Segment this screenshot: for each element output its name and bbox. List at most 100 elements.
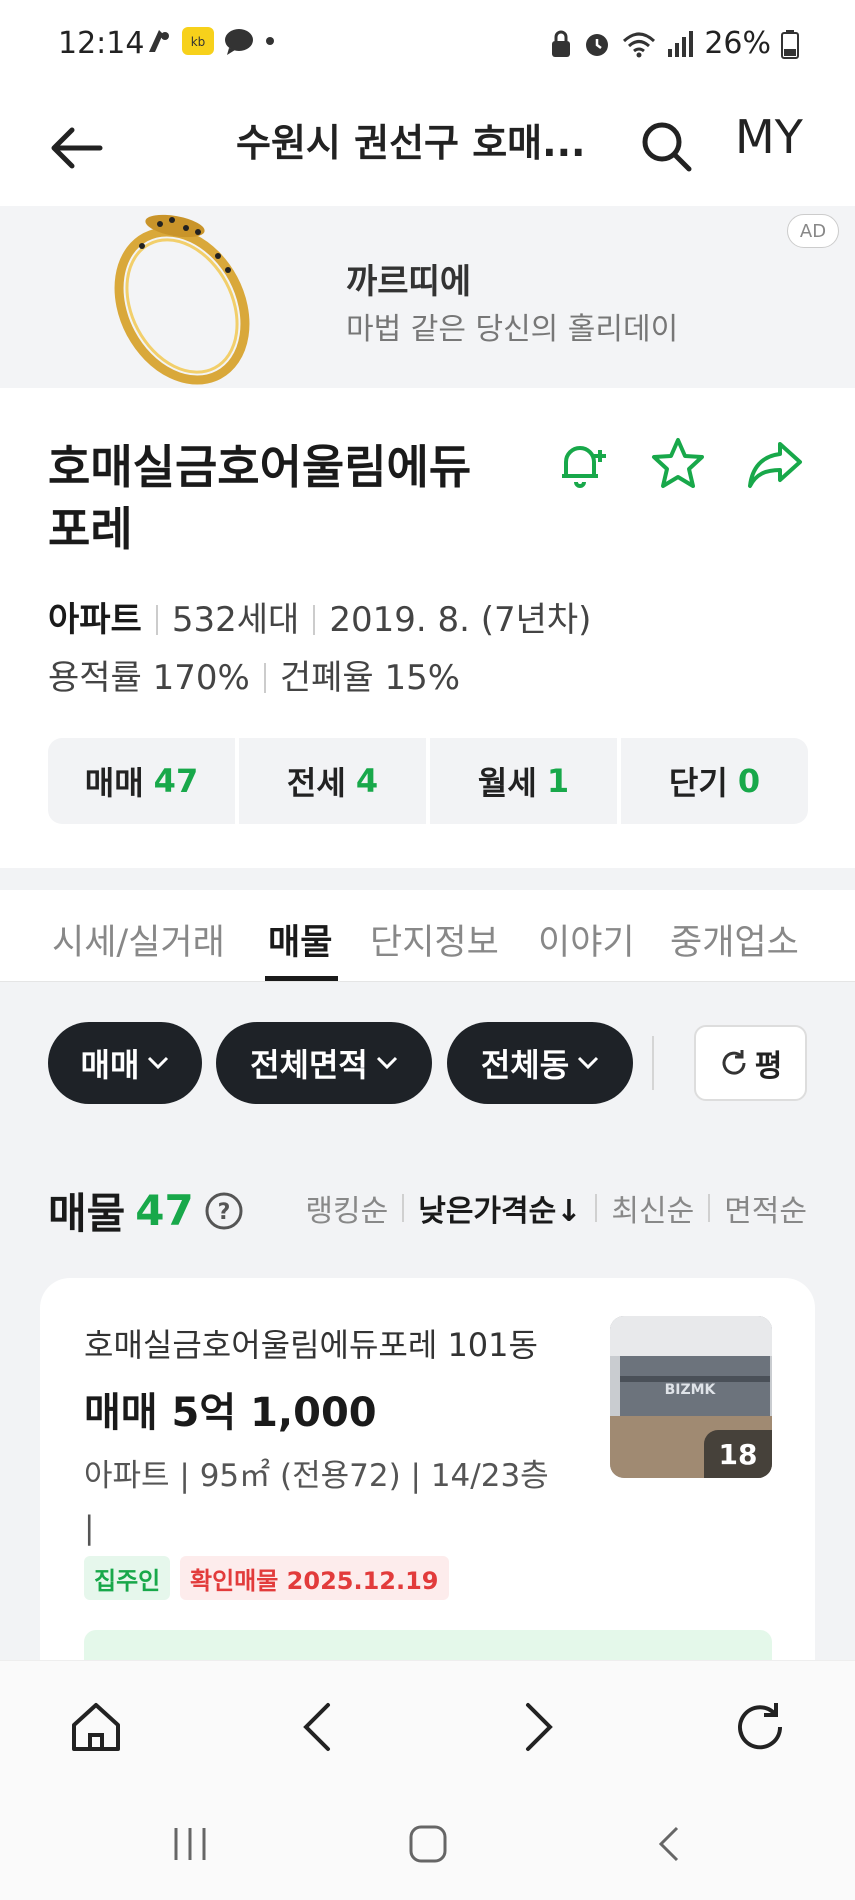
- chip-label: 매매: [80, 1046, 140, 1084]
- more-dot-icon: [266, 37, 274, 45]
- share-button[interactable]: [744, 432, 808, 496]
- chip-label: 전체면적: [250, 1046, 368, 1084]
- search-button[interactable]: [630, 110, 702, 182]
- chevron-left-icon: [658, 1826, 679, 1862]
- filter-area[interactable]: 전체면적: [216, 1022, 432, 1104]
- count-label: 매매: [84, 764, 144, 802]
- battery-icon: [781, 29, 799, 59]
- recent-apps-button[interactable]: [160, 1814, 220, 1874]
- listing-name: 호매실금호어울림에듀포레 101동: [84, 1326, 538, 1364]
- filter-building[interactable]: 전체동: [447, 1022, 633, 1104]
- status-bar: 12:14 kb 26%: [0, 0, 855, 88]
- tab-price-history[interactable]: 시세/실거래: [52, 914, 225, 965]
- chevron-down-icon: [578, 1056, 599, 1070]
- browser-forward-button[interactable]: [502, 1691, 574, 1763]
- search-icon: [642, 122, 692, 172]
- complex-ratios: 용적률 170% 건폐율 15%: [48, 650, 460, 699]
- photo-count: 18: [704, 1430, 772, 1478]
- listing-label: 매물: [48, 1189, 126, 1238]
- listing-header: 매물 47 ?: [48, 1180, 244, 1241]
- battery-percent: 26%: [704, 26, 771, 61]
- count-monthly[interactable]: 월세 1: [430, 738, 617, 824]
- filter-divider: [652, 1036, 654, 1090]
- listing-photo[interactable]: BIZMK 18: [610, 1316, 772, 1478]
- share-arrow-icon: [748, 442, 802, 488]
- app-bar: 수원시 권선구 호매... MY: [0, 88, 855, 206]
- count-jeonse[interactable]: 전세 4: [239, 738, 426, 824]
- browser-bottom-bar: [0, 1660, 855, 1780]
- filter-deal-type[interactable]: 매매: [48, 1022, 202, 1104]
- tab-bar: 시세/실거래 매물 단지정보 이야기 중개업소: [0, 890, 855, 982]
- sort-lowest-price[interactable]: 낮은가격순↓: [418, 1186, 581, 1230]
- sort-area[interactable]: 면적순: [724, 1186, 807, 1230]
- system-home-button[interactable]: [398, 1814, 458, 1874]
- tab-complex-info[interactable]: 단지정보: [370, 914, 499, 965]
- complex-name: 호매실금호어울림에듀포레: [48, 440, 472, 556]
- system-status-icons: 26%: [550, 26, 799, 61]
- count-label: 단기: [668, 764, 728, 802]
- kakao-icon: kb: [182, 27, 214, 55]
- chevron-down-icon: [148, 1056, 169, 1070]
- ad-banner[interactable]: 까르띠에 마법 같은 당신의 홀리데이 AD: [0, 206, 855, 388]
- count-sale[interactable]: 매매 47: [48, 738, 235, 824]
- count-value: 4: [355, 762, 379, 800]
- tab-agencies[interactable]: 중개업소: [670, 914, 799, 965]
- home-button[interactable]: [60, 1691, 132, 1763]
- divider: [708, 1194, 711, 1222]
- floor-area-ratio: 용적률 170%: [48, 658, 250, 698]
- tab-listings[interactable]: 매물: [268, 914, 332, 965]
- count-label: 전세: [286, 764, 346, 802]
- chip-label: 전체동: [480, 1046, 570, 1084]
- chevron-down-icon: [376, 1056, 397, 1070]
- signal-icon: [668, 30, 694, 57]
- notification-icons: kb: [145, 26, 277, 56]
- arrow-left-icon: [51, 127, 103, 169]
- favorite-button[interactable]: [646, 432, 710, 496]
- home-icon: [72, 1703, 120, 1751]
- count-short-term[interactable]: 단기 0: [621, 738, 808, 824]
- ad-slogan: 마법 같은 당신의 홀리데이: [346, 312, 679, 347]
- sort-newest[interactable]: 최신순: [611, 1186, 694, 1230]
- unit-toggle-button[interactable]: 평: [694, 1025, 807, 1101]
- owner-tag: 집주인: [84, 1556, 171, 1600]
- divider: [155, 605, 158, 635]
- svg-text:?: ?: [217, 1200, 230, 1225]
- unit-label: 평: [754, 1049, 783, 1084]
- listing-info-line: 아파트 | 95㎡ (전용72) | 14/23층 |: [84, 1458, 549, 1546]
- bell-plus-icon: [562, 446, 606, 488]
- my-button[interactable]: MY: [735, 110, 803, 164]
- count-value: 1: [546, 762, 570, 800]
- back-button[interactable]: [40, 112, 112, 184]
- verified-tag: 확인매물 2025.12.19: [180, 1556, 449, 1600]
- listing-price: 매매 5억 1,000: [84, 1390, 377, 1436]
- alarm-icon: [586, 33, 609, 56]
- divider: [313, 605, 316, 635]
- browser-back-button[interactable]: [282, 1691, 354, 1763]
- active-tab-indicator: [265, 976, 338, 981]
- ad-brand: 까르띠에: [346, 262, 472, 302]
- count-label: 월세: [477, 764, 537, 802]
- chevron-right-icon: [526, 1703, 553, 1751]
- star-icon: [652, 438, 704, 488]
- listing-card[interactable]: 호매실금호어울림에듀포레 101동 매매 5억 1,000 아파트 | 95㎡ …: [40, 1278, 815, 1698]
- recent-apps-icon: [174, 1828, 206, 1860]
- divider: [595, 1194, 598, 1222]
- lock-icon: [552, 30, 571, 57]
- listing-count: 47: [135, 1186, 194, 1235]
- notify-button[interactable]: [550, 432, 614, 496]
- tab-stories[interactable]: 이야기: [538, 914, 635, 965]
- sort-options: 랭킹순 낮은가격순↓ 최신순 면적순: [305, 1186, 807, 1230]
- ad-tag: AD: [787, 214, 839, 248]
- sort-ranking[interactable]: 랭킹순: [305, 1186, 388, 1230]
- divider: [263, 663, 266, 693]
- deal-counts: 매매 47 전세 4 월세 1 단기 0: [48, 738, 808, 824]
- bracelet-image: [114, 214, 250, 385]
- help-icon[interactable]: ?: [204, 1191, 244, 1231]
- notification-app-icon: [149, 30, 169, 52]
- svg-text:BIZMK: BIZMK: [665, 1382, 717, 1398]
- system-back-button[interactable]: [638, 1814, 698, 1874]
- status-time: 12:14: [58, 26, 145, 61]
- reload-button[interactable]: [724, 1691, 796, 1763]
- complex-meta: 아파트 532세대 2019. 8. (7년차): [48, 592, 591, 641]
- chevron-left-icon: [303, 1703, 330, 1751]
